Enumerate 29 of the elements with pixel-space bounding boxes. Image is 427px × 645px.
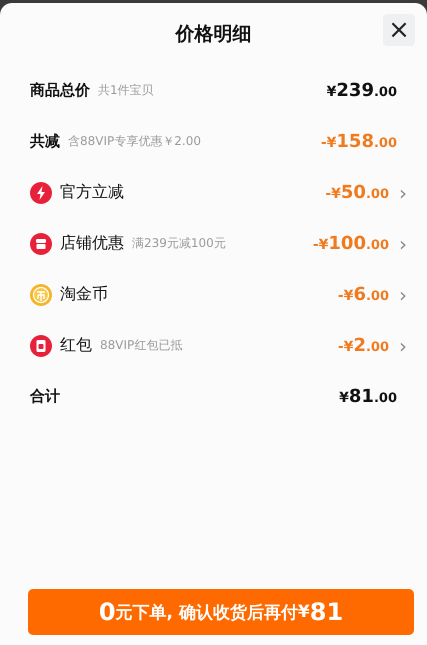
lightning-icon: [30, 182, 52, 204]
price-amount: ¥239.00: [326, 80, 397, 101]
row-label: 店铺优惠: [60, 233, 124, 254]
chevron-icon[interactable]: ›: [397, 336, 409, 356]
row-label: 共减: [30, 132, 60, 151]
row-note: 满239元减100元: [132, 235, 226, 252]
chevron-icon[interactable]: ›: [397, 234, 409, 254]
row-label: 合计: [30, 387, 60, 406]
shop-icon: [30, 232, 52, 254]
row-note: 共1件宝贝: [98, 82, 154, 99]
price-amount: -¥158.00: [320, 131, 397, 152]
price-amount: ¥81.00: [339, 386, 397, 407]
close-button[interactable]: ×: [383, 14, 415, 46]
price-amount: -¥100.00: [312, 233, 389, 254]
envelope-icon: [30, 334, 52, 356]
row-label: 商品总价: [30, 81, 90, 100]
row-label: 淘金币: [60, 284, 108, 305]
price-amount: -¥6.00: [338, 284, 389, 305]
row-label: 红包: [60, 335, 92, 356]
row-note: 88VIP红包已抵: [100, 337, 182, 354]
row-label: 官方立减: [60, 182, 124, 203]
chevron-icon[interactable]: ›: [397, 284, 409, 304]
price-amount: -¥50.00: [325, 182, 389, 203]
submit-order-button[interactable]: 0元下单, 确认收货后再付¥81: [28, 589, 414, 635]
row-note: 含88VIP专享优惠￥2.00: [68, 133, 201, 150]
price-amount: -¥2.00: [338, 335, 389, 356]
chevron-icon[interactable]: ›: [397, 182, 409, 202]
sheet-title: 价格明细: [176, 22, 252, 47]
coin-icon: [30, 284, 52, 306]
